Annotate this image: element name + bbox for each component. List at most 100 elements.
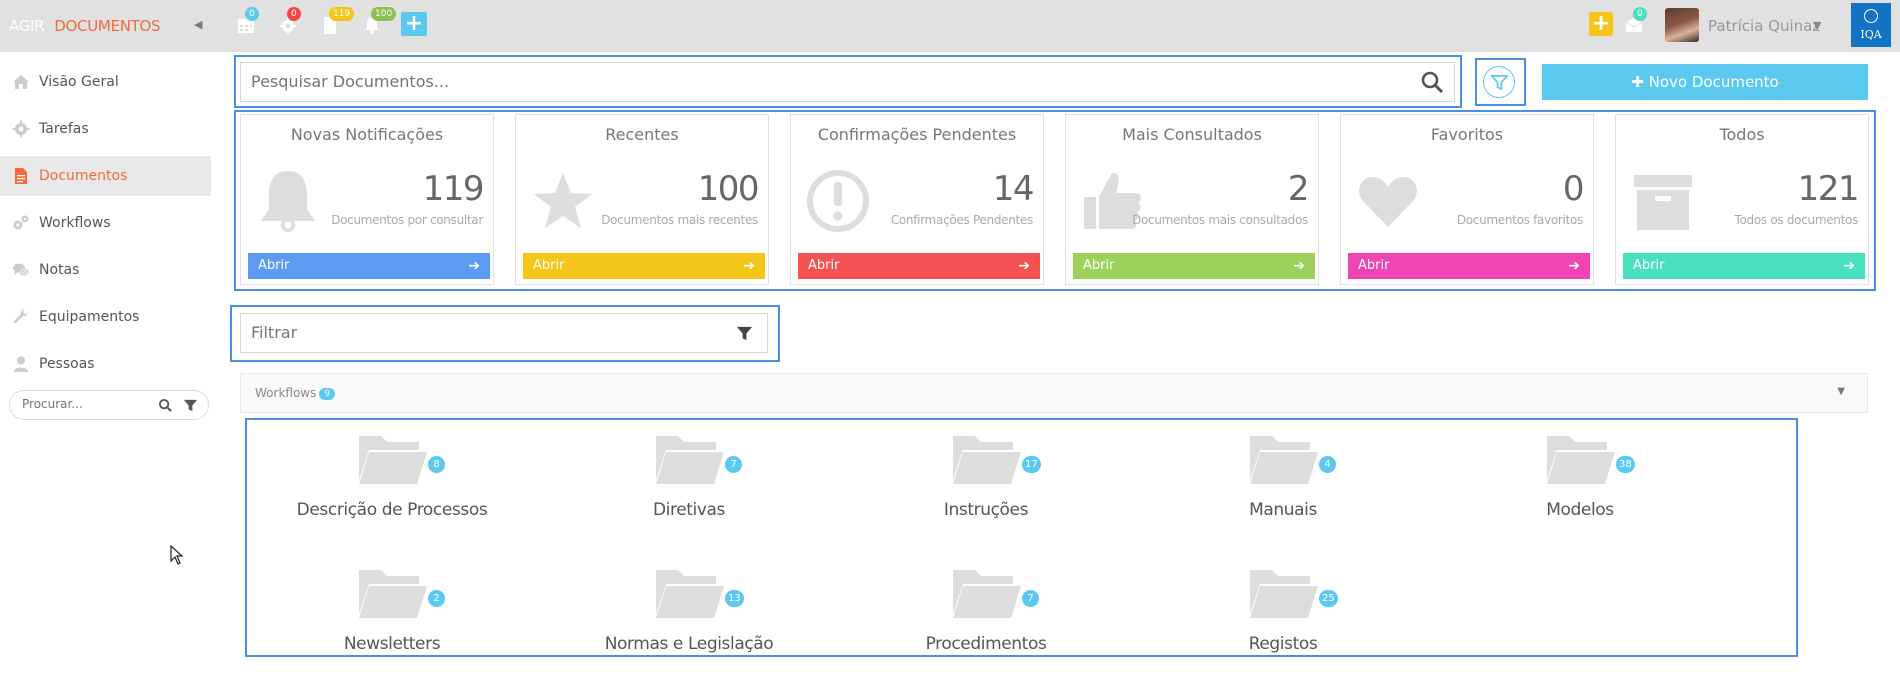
plus-icon: ✚ [1631, 73, 1644, 91]
card-title: Todos [1719, 125, 1765, 144]
arrow-right-icon: ➔ [1018, 258, 1030, 274]
filter-icon[interactable] [736, 325, 753, 342]
chevron-down-icon[interactable]: ▼ [1813, 19, 1821, 32]
gears-icon[interactable]: 0 [278, 7, 301, 37]
folder-item[interactable]: 8 Descrição de Processos [242, 430, 542, 550]
folder-open-icon [654, 430, 726, 488]
document-icon[interactable]: 119 [320, 7, 355, 37]
folder-item[interactable]: 13 Normas e Legislação [539, 564, 839, 684]
card-open-button[interactable]: Abrir ➔ [1073, 253, 1315, 279]
user-icon [9, 355, 33, 373]
messages-icon[interactable]: 0 [1624, 7, 1647, 37]
avatar[interactable] [1665, 8, 1699, 42]
arrow-right-icon: ➔ [1843, 258, 1855, 274]
filter-input[interactable] [251, 323, 721, 342]
calendar-badge: 0 [245, 7, 259, 21]
user-name[interactable]: Patrícia Quinaz [1708, 17, 1820, 35]
card-mais-consultados: Mais Consultados 2 Documentos mais consu… [1065, 114, 1319, 285]
brand[interactable]: AGIR DOCUMENTOS [9, 17, 161, 35]
folder-count-badge: 7 [725, 456, 742, 473]
new-document-label: Novo Documento [1648, 73, 1779, 91]
folder-label: Manuais [1249, 500, 1317, 520]
filter-box [240, 313, 768, 353]
workflows-bar[interactable]: Workflows 9 ▼ [240, 373, 1868, 413]
gear-icon [9, 120, 33, 138]
card-open-button[interactable]: Abrir ➔ [798, 253, 1040, 279]
chevron-left-icon[interactable]: ◀ [194, 18, 202, 31]
caret-down-icon[interactable]: ▼ [1837, 386, 1845, 397]
bell-icon [257, 167, 319, 235]
logo: IQA [1851, 3, 1891, 47]
card-open-button[interactable]: Abrir ➔ [1623, 253, 1865, 279]
folder-label: Procedimentos [925, 634, 1047, 654]
sidebar-item-label: Equipamentos [39, 309, 140, 325]
search-icon[interactable] [158, 398, 173, 413]
folder-item[interactable]: 7 Procedimentos [836, 564, 1136, 684]
sidebar-search [9, 390, 209, 420]
sidebar-item-label: Pessoas [39, 356, 95, 372]
sidebar-item-label: Notas [39, 262, 80, 278]
card-value: 0 [1562, 169, 1585, 209]
folder-label: Normas e Legislação [604, 634, 774, 654]
calendar-icon[interactable]: 0 [236, 7, 259, 37]
top-bar: AGIR DOCUMENTOS ◀ 0 0 119 100 + + 0 Patrí… [0, 0, 1900, 52]
card-subtitle: Documentos mais recentes [601, 213, 758, 227]
arrow-right-icon: ➔ [1568, 258, 1580, 274]
sidebar-item-visao-geral[interactable]: Visão Geral [0, 62, 211, 102]
logo-text: IQA [1860, 28, 1882, 41]
sidebar-search-input[interactable] [22, 397, 152, 411]
card-title: Confirmações Pendentes [817, 125, 1017, 144]
card-button-label: Abrir [1358, 258, 1390, 273]
folder-label: Diretivas [652, 500, 725, 520]
folder-open-icon [357, 430, 429, 488]
quick-add-button[interactable]: + [1589, 12, 1613, 36]
filter-icon [1491, 75, 1508, 91]
folder-item[interactable]: 2 Newsletters [242, 564, 542, 684]
document-search-input[interactable] [251, 72, 1351, 91]
sidebar-item-documentos[interactable]: Documentos [0, 156, 211, 196]
sidebar-item-notas[interactable]: Notas [0, 250, 211, 290]
gears-badge: 0 [287, 7, 301, 21]
folder-label: Instruções [943, 500, 1029, 520]
card-open-button[interactable]: Abrir ➔ [248, 253, 490, 279]
folder-count-badge: 8 [428, 456, 445, 473]
document-badge: 119 [329, 7, 355, 21]
workflows-label: Workflows 9 [255, 386, 336, 400]
exclamation-circle-icon [807, 167, 869, 235]
card-subtitle: Todos os documentos [1734, 213, 1858, 227]
new-document-button[interactable]: ✚ Novo Documento [1542, 64, 1868, 100]
folder-item[interactable]: 7 Diretivas [539, 430, 839, 550]
add-button[interactable]: + [401, 12, 427, 36]
sidebar-item-tarefas[interactable]: Tarefas [0, 109, 211, 149]
filter-icon[interactable] [183, 398, 198, 413]
folder-item[interactable]: 25 Registos [1133, 564, 1433, 684]
folder-label: Registos [1248, 634, 1318, 654]
comments-icon [9, 261, 33, 279]
card-open-button[interactable]: Abrir ➔ [1348, 253, 1590, 279]
logo-mark-icon [1864, 9, 1878, 23]
folder-item[interactable]: 17 Instruções [836, 430, 1136, 550]
folder-open-icon [1545, 430, 1617, 488]
sidebar-item-equipamentos[interactable]: Equipamentos [0, 297, 211, 337]
card-recentes: Recentes 100 Documentos mais recentes Ab… [515, 114, 769, 285]
sidebar-item-pessoas[interactable]: Pessoas [0, 344, 211, 384]
folder-count-badge: 17 [1022, 456, 1041, 473]
mouse-cursor-icon [170, 545, 184, 565]
search-icon[interactable] [1420, 70, 1444, 94]
folder-count-badge: 25 [1319, 590, 1338, 607]
folder-open-icon [1248, 564, 1320, 622]
bell-icon[interactable]: 100 [362, 7, 397, 37]
card-value: 100 [697, 169, 760, 209]
card-button-label: Abrir [1083, 258, 1115, 273]
card-title: Mais Consultados [1122, 125, 1262, 144]
advanced-filter-button[interactable] [1483, 66, 1515, 98]
folder-count-badge: 2 [428, 590, 445, 607]
card-button-label: Abrir [533, 258, 565, 273]
sidebar: Visão Geral Tarefas Documentos Workflows… [0, 52, 213, 660]
sidebar-item-workflows[interactable]: Workflows [0, 203, 211, 243]
archive-icon [1632, 167, 1694, 235]
folder-item[interactable]: 38 Modelos [1430, 430, 1730, 550]
card-title: Favoritos [1430, 125, 1504, 144]
card-open-button[interactable]: Abrir ➔ [523, 253, 765, 279]
folder-item[interactable]: 4 Manuais [1133, 430, 1433, 550]
